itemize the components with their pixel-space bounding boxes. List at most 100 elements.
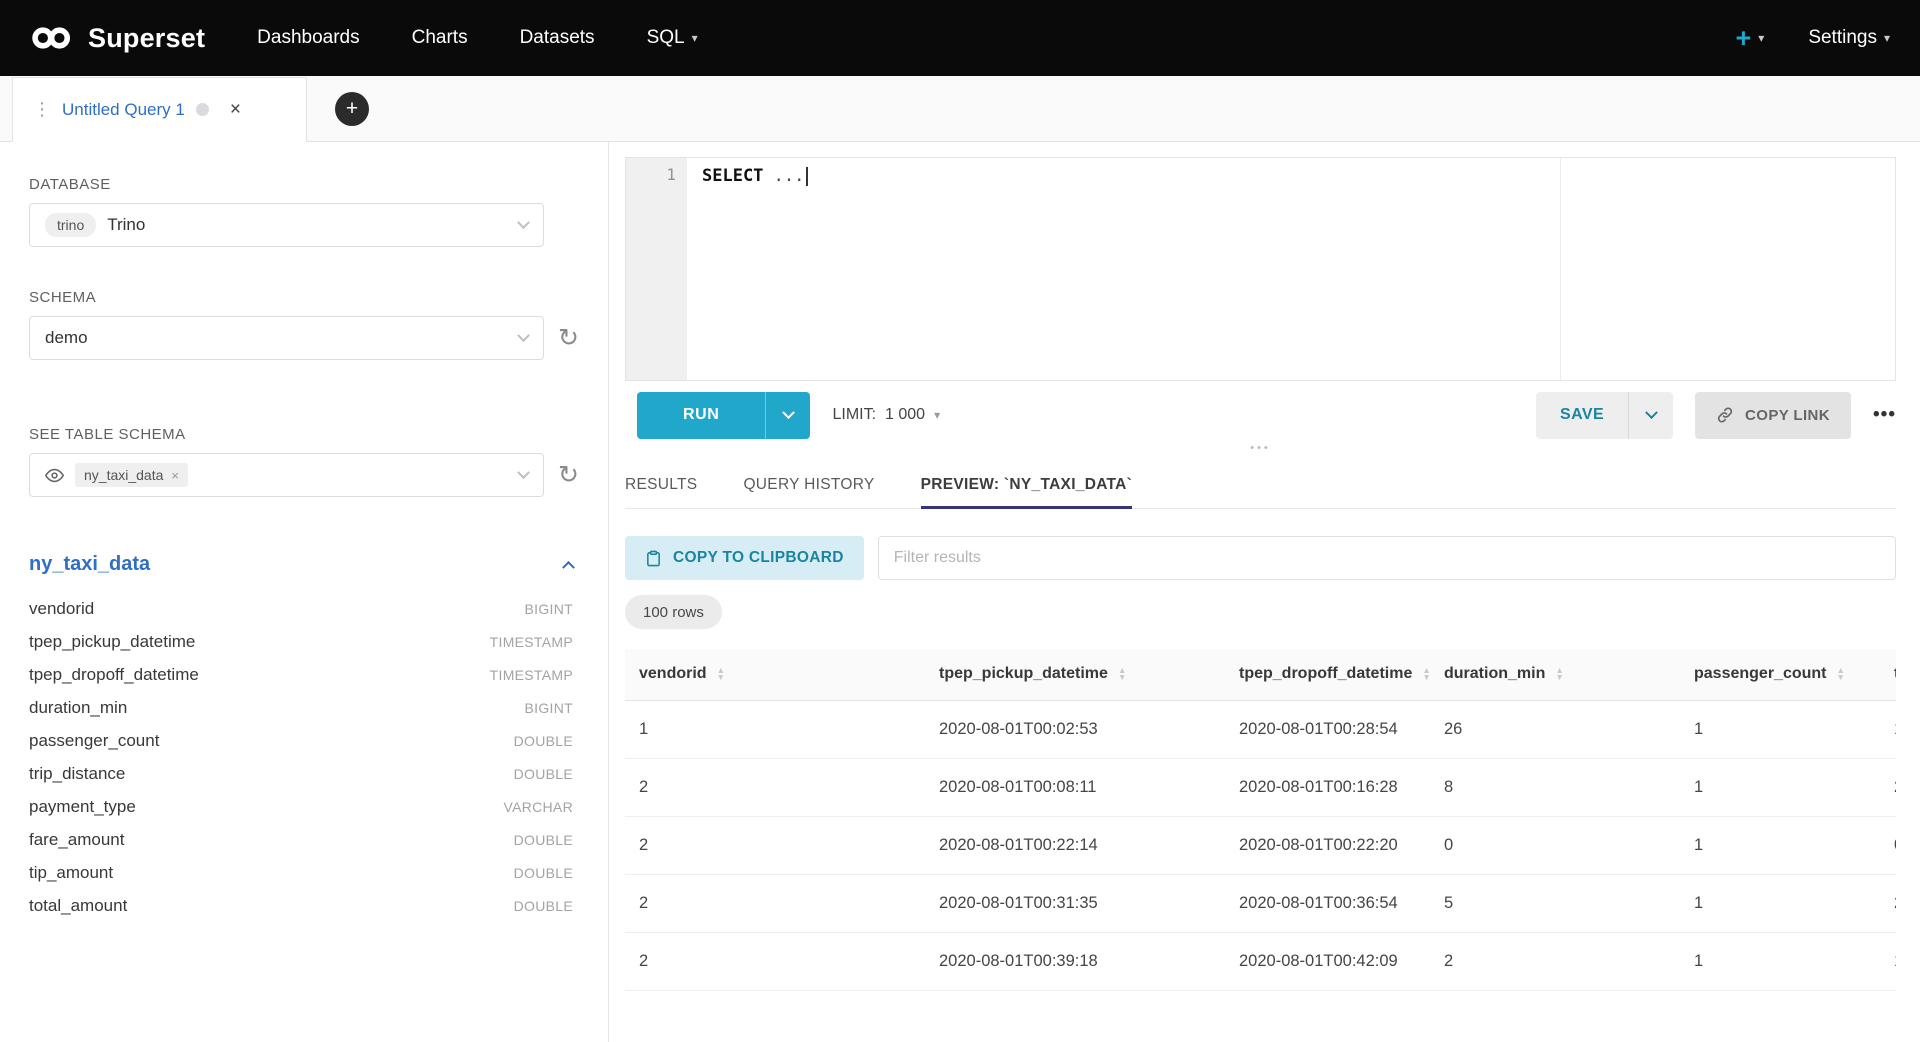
schema-column-row: duration_min BIGINT [29,691,573,724]
schema-column-row: tpep_dropoff_datetime TIMESTAMP [29,658,573,691]
main-menu: Dashboards Charts Datasets SQL ▾ [257,27,697,49]
add-tab-button[interactable]: + [335,92,369,126]
sort-down-icon: ▼ [1118,674,1126,681]
settings-menu[interactable]: Settings ▾ [1808,27,1890,49]
table-cell: 1 [1680,932,1880,990]
table-row: 2 2020-08-01T00:22:14 2020-08-01T00:22:2… [625,816,1896,874]
tab-query-history[interactable]: QUERY HISTORY [743,462,874,508]
caret-down-icon: ▾ [1758,31,1764,45]
clipboard-icon [645,550,662,567]
sort-down-icon: ▼ [717,674,725,681]
sort-icons[interactable]: ▲ ▼ [717,667,725,681]
table-cell: 2 [625,874,925,932]
nav-item-sql[interactable]: SQL ▾ [647,27,698,49]
table-cell: 8 [1430,758,1680,816]
more-options-button[interactable]: ••• [1873,404,1896,426]
superset-logo[interactable]: Superset [30,23,205,54]
editor-gutter: 1 [626,158,687,380]
column-name: fare_amount [29,830,124,850]
database-value: Trino [107,215,145,235]
refresh-tables-button[interactable]: ↻ [558,463,579,488]
editor-toolbar: RUN LIMIT: 1 000 ▾ SAVE [625,390,1896,440]
column-header[interactable]: passenger_count ▲ ▼ [1680,649,1880,700]
sort-icons[interactable]: ▲ ▼ [1422,667,1430,681]
schema-column-row: vendorid BIGINT [29,592,573,625]
run-button[interactable]: RUN [637,392,765,439]
query-tabbar: ⋮ Untitled Query 1 × + [0,76,1920,142]
table-cell: 0 [1880,816,1896,874]
table-cell: 2020-08-01T00:28:54 [1225,700,1430,758]
sqllab-sidebar: DATABASE trino Trino SCHEMA demo ↻ SEE T… [0,142,609,1042]
nav-item-charts[interactable]: Charts [412,27,468,49]
new-item-button[interactable]: + ▾ [1736,25,1765,52]
caret-down-icon: ▾ [692,31,698,45]
copy-link-button[interactable]: COPY LINK [1695,392,1851,439]
database-engine-badge: trino [45,213,96,237]
schema-column-list: vendorid BIGINT tpep_pickup_datetime TIM… [29,592,573,922]
close-tab-icon[interactable]: × [230,99,241,121]
filter-results-input[interactable] [878,536,1896,580]
schema-column-row: total_amount DOUBLE [29,889,573,922]
column-type: DOUBLE [514,766,573,782]
column-type: BIGINT [525,601,573,617]
table-cell: 2020-08-01T00:02:53 [925,700,1225,758]
refresh-icon: ↻ [558,461,579,489]
table-cell: 5 [1430,874,1680,932]
limit-dropdown[interactable]: LIMIT: 1 000 ▾ [832,406,940,424]
column-header-label: trip_distance [1894,665,1896,683]
nav-item-dashboards[interactable]: Dashboards [257,27,359,49]
column-header[interactable]: tpep_pickup_datetime ▲ ▼ [925,649,1225,700]
sort-icons[interactable]: ▲ ▼ [1555,667,1563,681]
chevron-down-icon [517,329,530,342]
table-cell: 2 [625,816,925,874]
pane-resize-handle[interactable]: ••• [625,440,1896,456]
tab-preview-ny-taxi-data[interactable]: PREVIEW: `NY_TAXI_DATA` [921,462,1133,509]
table-cell: 2 [1430,932,1680,990]
column-header-label: tpep_pickup_datetime [939,665,1108,683]
limit-label: LIMIT: [832,406,876,424]
refresh-schema-button[interactable]: ↻ [558,326,579,351]
collapse-chevron-up-icon[interactable] [562,561,575,574]
link-icon [1716,406,1734,424]
query-tab[interactable]: ⋮ Untitled Query 1 × [12,77,307,142]
table-select[interactable]: ny_taxi_data × [29,453,544,497]
sql-editor[interactable]: 1 SELECT ... [625,157,1896,381]
table-cell: 2020-08-01T00:22:20 [1225,816,1430,874]
schema-select[interactable]: demo [29,316,544,360]
sort-icons[interactable]: ▲ ▼ [1118,667,1126,681]
sort-icons[interactable]: ▲ ▼ [1836,667,1844,681]
run-options-button[interactable] [765,392,810,439]
chevron-down-icon [517,216,530,229]
database-select[interactable]: trino Trino [29,203,544,247]
top-nav: Superset Dashboards Charts Datasets SQL … [0,0,1920,76]
save-button[interactable]: SAVE [1536,392,1628,439]
plus-icon: + [346,97,358,121]
table-cell: 2020-08-01T00:42:09 [1225,932,1430,990]
drag-handle-icon[interactable]: ⋮ [33,99,51,120]
query-tab-label: Untitled Query 1 [62,100,185,120]
results-actions: COPY TO CLIPBOARD [625,536,1896,580]
save-options-button[interactable] [1628,392,1673,439]
nav-item-datasets[interactable]: Datasets [520,27,595,49]
sort-down-icon: ▼ [1555,674,1563,681]
table-row: 2 2020-08-01T00:08:11 2020-08-01T00:16:2… [625,758,1896,816]
caret-down-icon: ▾ [1884,31,1890,45]
table-cell: 1 [625,700,925,758]
schema-column-row: fare_amount DOUBLE [29,823,573,856]
column-header[interactable]: tpep_dropoff_datetime ▲ ▼ [1225,649,1430,700]
tab-results[interactable]: RESULTS [625,462,697,508]
sort-down-icon: ▼ [1836,674,1844,681]
limit-value: 1 000 [885,406,925,424]
unsaved-indicator [196,103,209,116]
column-header[interactable]: duration_min ▲ ▼ [1430,649,1680,700]
copy-to-clipboard-button[interactable]: COPY TO CLIPBOARD [625,536,864,580]
column-header[interactable]: vendorid ▲ ▼ [625,649,925,700]
table-cell: 1.32 [1880,932,1896,990]
chevron-down-icon [517,466,530,479]
column-header[interactable]: trip_distance ▲ ▼ [1880,649,1896,700]
table-name-title[interactable]: ny_taxi_data [29,553,150,576]
results-table-container: vendorid ▲ ▼ tpep_pickup_da [625,649,1896,991]
table-cell: 2 [625,932,925,990]
table-cell: 2020-08-01T00:16:28 [1225,758,1430,816]
remove-table-icon[interactable]: × [171,468,179,483]
